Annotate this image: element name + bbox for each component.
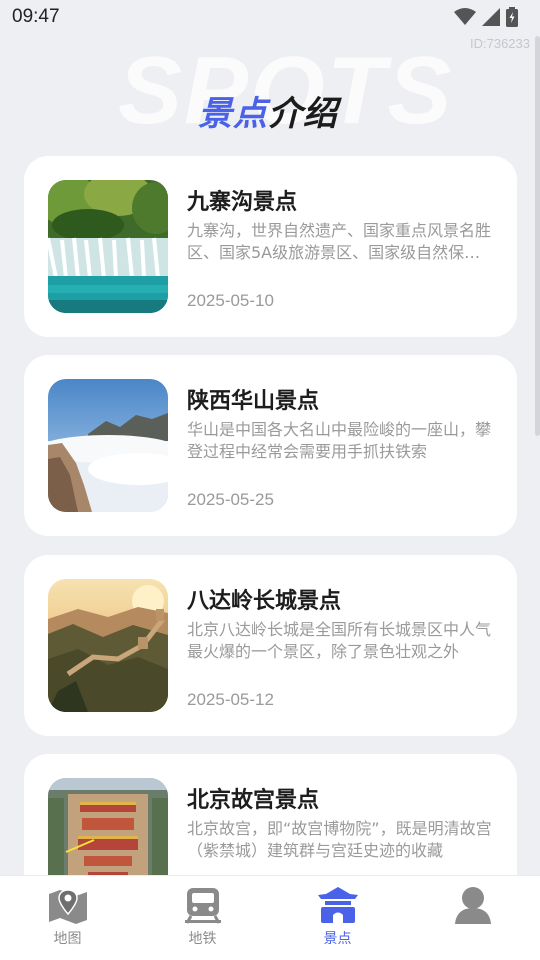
cell-signal-icon: [482, 8, 500, 26]
map-icon: [48, 889, 87, 924]
waterfall-lake-photo: [48, 180, 168, 313]
pavilion-icon: [317, 887, 358, 923]
status-bar: 09:47: [0, 0, 540, 34]
page-title-main: 介绍: [268, 94, 338, 134]
spot-description: 北京故宫，即“故宫博物院”，既是明清故宫（紫禁城）建筑群与宫廷史迹的收藏: [187, 819, 492, 860]
spot-card-jiuzhaigou[interactable]: 九寨沟景点 九寨沟，世界自然遗产、国家重点风景名胜区、国家5A级旅游景区、国家级…: [24, 156, 517, 337]
spot-title: 九寨沟景点: [187, 190, 298, 215]
spot-title: 北京故宫景点: [187, 788, 320, 813]
spot-card-badaling[interactable]: 八达岭长城景点 北京八达岭长城是全国所有长城景区中人气最火爆的一个景区，除了景色…: [24, 555, 517, 736]
spot-date: 2025-05-10: [187, 291, 274, 310]
watermark-id: ID:736233: [470, 36, 530, 51]
spot-description: 北京八达岭长城是全国所有长城景区中人气最火爆的一个景区，除了景色壮观之外: [187, 620, 492, 661]
tab-profile[interactable]: [405, 876, 540, 960]
tab-label: 地铁: [188, 931, 217, 947]
scrollbar[interactable]: [535, 36, 540, 436]
wifi-icon: [454, 8, 476, 25]
cloud-sea-mountain-photo: [48, 379, 168, 512]
spot-description: 华山是中国各大名山中最险峻的一座山，攀登过程中经常会需要用手抓扶铁索: [187, 420, 492, 461]
spot-date: 2025-05-12: [187, 690, 274, 709]
spot-title: 八达岭长城景点: [187, 589, 342, 614]
forbidden-city-aerial-photo: [48, 778, 168, 875]
tab-label: 地图: [53, 931, 82, 947]
status-time: 09:47: [12, 6, 60, 27]
tab-label: 景点: [323, 931, 352, 947]
tab-subway[interactable]: 地铁: [135, 876, 270, 960]
spot-description: 九寨沟，世界自然遗产、国家重点风景名胜区、国家5A级旅游景区、国家级自然保护区、…: [187, 221, 492, 262]
spot-card-forbidden-city[interactable]: 北京故宫景点 北京故宫，即“故宫博物院”，既是明清故宫（紫禁城）建筑群与宫廷史迹…: [24, 754, 517, 875]
tab-map[interactable]: 地图: [0, 876, 135, 960]
profile-icon: [454, 887, 491, 924]
spot-card-huashan[interactable]: 陕西华山景点 华山是中国各大名山中最险峻的一座山，攀登过程中经常会需要用手抓扶铁…: [24, 355, 517, 536]
subway-icon: [184, 888, 221, 924]
spot-title: 陕西华山景点: [187, 389, 320, 414]
status-icons: [454, 7, 518, 27]
page-title: 景点介绍: [198, 86, 338, 135]
spot-date: 2025-05-25: [187, 490, 274, 509]
bottom-tab-bar: 地图 地铁 景点: [0, 875, 540, 960]
spot-list[interactable]: 九寨沟景点 九寨沟，世界自然遗产、国家重点风景名胜区、国家5A级旅游景区、国家级…: [24, 156, 517, 875]
great-wall-sunset-photo: [48, 579, 168, 712]
tab-spots[interactable]: 景点: [270, 876, 405, 960]
page-title-accent: 景点: [198, 94, 268, 134]
battery-icon: [506, 7, 518, 27]
